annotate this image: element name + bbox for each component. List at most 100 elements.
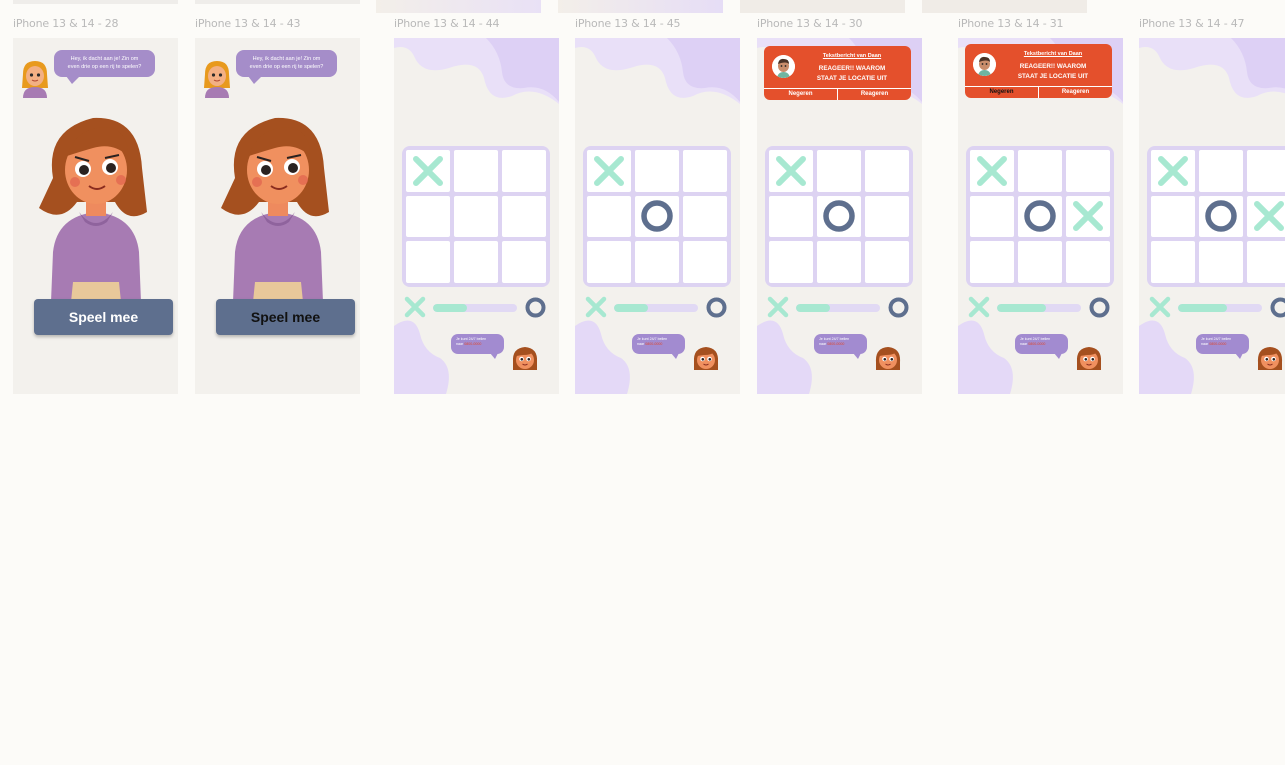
board-cell[interactable] [970, 241, 1014, 283]
phone-frame-47[interactable]: Je kunt 24/7 bellen naar 0800-0000 [1139, 38, 1285, 394]
board-cell[interactable] [817, 150, 861, 192]
girl-avatar-icon [22, 61, 48, 98]
x-player-icon [585, 296, 607, 318]
x-mark-icon [776, 155, 806, 186]
board-cell[interactable] [1018, 241, 1062, 283]
tic-tac-toe-board [966, 146, 1114, 287]
reply-button[interactable]: Reageren [1039, 87, 1112, 98]
girl-character-icon [221, 117, 329, 302]
speech-line-2: even drie op een rij te spelen? [249, 64, 324, 70]
girl-avatar-icon [204, 61, 230, 98]
helpline-bubble[interactable]: Je kunt 24/7 bellen naar 0800-0000 [1015, 334, 1068, 359]
message-notification[interactable]: Tekstbericht van Daan REAGEER!! WAAROM S… [764, 46, 911, 100]
board-cell[interactable] [1066, 195, 1110, 238]
helpline-bubble[interactable]: Je kunt 24/7 bellen naar 0800-0000 [632, 334, 685, 359]
board-cell[interactable] [865, 195, 909, 238]
board-cell[interactable] [970, 195, 1014, 238]
board-cell[interactable] [683, 241, 727, 283]
phone-frame-45[interactable]: Je kunt 24/7 bellen naar 0800-0000 [575, 38, 740, 394]
board-cell[interactable] [1066, 150, 1110, 192]
board-cell[interactable] [635, 241, 679, 283]
phone-frame-44[interactable]: Je kunt 24/7 bellen naar 0800-0000 [394, 38, 559, 394]
board-cell[interactable] [406, 150, 450, 192]
notification-sender: Tekstbericht van Daan [1023, 51, 1083, 57]
board-cell[interactable] [970, 150, 1014, 192]
helpline-bubble[interactable]: Je kunt 24/7 bellen naar 0800-0000 [1196, 334, 1249, 359]
board-cell[interactable] [587, 195, 631, 238]
girl-face-icon [1076, 347, 1102, 370]
helpline-bubble[interactable]: Je kunt 24/7 bellen naar 0800-0000 [451, 334, 504, 359]
phone-frame-28[interactable]: Hey, ik dacht aan je! Zin om even drie o… [13, 38, 178, 394]
board-cell[interactable] [1247, 150, 1285, 192]
board-cell[interactable] [683, 195, 727, 238]
o-mark-icon [641, 200, 673, 233]
reply-button[interactable]: Reageren [838, 89, 911, 100]
message-notification[interactable]: Tekstbericht van Daan REAGEER!! WAAROM S… [965, 44, 1112, 98]
ignore-button[interactable]: Negeren [764, 89, 838, 100]
board-cell[interactable] [454, 195, 498, 238]
decorative-blob-bottom [1139, 320, 1194, 394]
speech-line-1: Hey, ik dacht aan je! Zin om [70, 56, 139, 62]
frame-label[interactable]: iPhone 13 & 14 - 47 [1139, 17, 1245, 30]
board-cell[interactable] [406, 241, 450, 283]
score-progress-bar [997, 304, 1081, 312]
play-button[interactable]: Speel mee [34, 299, 173, 335]
helpline-number-line: naar 0800-0000 [1020, 342, 1046, 346]
board-cell[interactable] [1199, 150, 1243, 192]
phone-frame-43[interactable]: Hey, ik dacht aan je! Zin om even drie o… [195, 38, 360, 394]
board-cell[interactable] [635, 150, 679, 192]
x-player-icon [1149, 296, 1171, 318]
board-cell[interactable] [1199, 195, 1243, 238]
board-cell[interactable] [587, 150, 631, 192]
board-cell[interactable] [635, 195, 679, 238]
notification-message: REAGEER!! WAAROM STAAT JE LOCATIE UIT [1017, 63, 1089, 80]
board-cell[interactable] [1151, 150, 1195, 192]
board-cell[interactable] [406, 195, 450, 238]
score-progress-bar [796, 304, 880, 312]
frame-label[interactable]: iPhone 13 & 14 - 43 [195, 17, 301, 30]
tic-tac-toe-board [1147, 146, 1285, 287]
board-cell[interactable] [769, 241, 813, 283]
score-row [585, 296, 735, 318]
board-cell[interactable] [683, 150, 727, 192]
board-cell[interactable] [769, 195, 813, 238]
play-button[interactable]: Speel mee [216, 299, 355, 335]
board-cell[interactable] [769, 150, 813, 192]
board-cell[interactable] [502, 241, 546, 283]
score-progress-fill [433, 304, 467, 312]
frame-label[interactable]: iPhone 13 & 14 - 30 [757, 17, 863, 30]
frame-label[interactable]: iPhone 13 & 14 - 44 [394, 17, 500, 30]
frame-label[interactable]: iPhone 13 & 14 - 28 [13, 17, 119, 30]
board-cell[interactable] [454, 150, 498, 192]
board-cell[interactable] [865, 150, 909, 192]
phone-frame-30[interactable]: Je kunt 24/7 bellen naar 0800-0000 Tekst… [757, 38, 922, 394]
girl-face-icon [693, 347, 719, 370]
x-player-icon [968, 296, 990, 318]
board-cell[interactable] [1199, 241, 1243, 283]
phone-frame-31[interactable]: Je kunt 24/7 bellen naar 0800-0000 Tekst… [958, 38, 1123, 394]
board-cell[interactable] [587, 241, 631, 283]
frame-label[interactable]: iPhone 13 & 14 - 31 [958, 17, 1064, 30]
helpline-bubble[interactable]: Je kunt 24/7 bellen naar 0800-0000 [814, 334, 867, 359]
board-cell[interactable] [1018, 150, 1062, 192]
frame-strip-above [922, 0, 1087, 13]
girl-face-icon [1257, 347, 1283, 370]
o-mark-icon [1205, 200, 1237, 233]
board-cell[interactable] [502, 150, 546, 192]
board-cell[interactable] [1018, 195, 1062, 238]
ignore-button[interactable]: Negeren [965, 87, 1039, 98]
board-cell[interactable] [1066, 241, 1110, 283]
board-cell[interactable] [502, 195, 546, 238]
board-cell[interactable] [817, 241, 861, 283]
board-cell[interactable] [865, 241, 909, 283]
frame-label[interactable]: iPhone 13 & 14 - 45 [575, 17, 681, 30]
board-cell[interactable] [817, 195, 861, 238]
x-mark-icon [413, 155, 443, 186]
board-cell[interactable] [454, 241, 498, 283]
board-cell[interactable] [1151, 241, 1195, 283]
board-cell[interactable] [1247, 195, 1285, 238]
board-cell[interactable] [1151, 195, 1195, 238]
score-row [767, 296, 917, 318]
frame-strip-above [376, 0, 541, 13]
board-cell[interactable] [1247, 241, 1285, 283]
